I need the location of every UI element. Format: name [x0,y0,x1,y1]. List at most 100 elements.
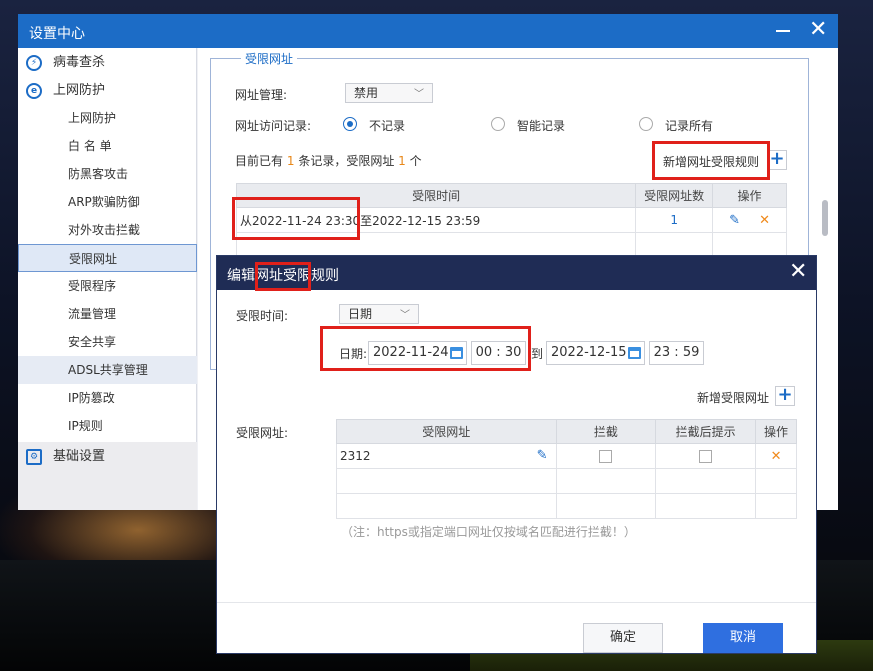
add-rule-plus-icon[interactable]: + [767,150,787,170]
table-row[interactable]: 从2022-11-24 23:30至2022-12-15 23:59 1 ✎ ✕ [235,207,787,233]
sidebar-item-ip-tamper[interactable]: IP防篡改 [18,384,197,412]
start-min: 30 [504,345,522,360]
summary-text: 目前已有 [235,154,284,168]
sidebar-item-arp[interactable]: ARP欺骗防御 [18,188,197,216]
sidebar-item-whitelist[interactable]: 白 名 单 [18,132,197,160]
block-checkbox[interactable] [599,450,613,463]
dialog-footer-divider [217,602,816,603]
url-mgmt-select[interactable]: 禁用 ﹀ [345,83,433,103]
sidebar-group-label: 基础设置 [53,449,106,464]
sidebar-item-restricted-urls[interactable]: 受限网址 [18,244,197,272]
add-url-plus-icon[interactable]: + [775,386,795,406]
radio-label: 智能记录 [517,119,566,133]
time-type-select[interactable]: 日期 ﹀ [339,304,419,324]
url-cell[interactable]: 2312 ✎ [336,443,557,469]
url-mgmt-value: 禁用 [354,86,379,100]
sidebar-item-ip-rules[interactable]: IP规则 [18,412,197,440]
url-table: 受限网址 拦截 拦截后提示 操作 2312 ✎ ✕ [336,419,797,519]
sidebar: ⚡ 病毒查杀 e 上网防护 上网防护 白 名 单 防黑客攻击 ARP欺骗防御 对… [18,48,197,510]
table-header: 受限时间 受限网址数 操作 [235,183,787,208]
rule-time-cell: 从2022-11-24 23:30至2022-12-15 23:59 [235,207,637,233]
ok-button[interactable]: 确定 [583,623,663,653]
table-row-empty [336,468,797,494]
url-actions-cell: ✕ [755,443,797,469]
dialog-close-icon[interactable]: ✕ [789,261,807,283]
sidebar-item-traffic[interactable]: 流量管理 [18,300,197,328]
summary-text: 个 [409,154,422,168]
delete-icon[interactable]: ✕ [759,213,770,228]
window-titlebar: 设置中心 ✕ [18,14,838,48]
add-rule-button[interactable]: 新增网址受限规则 [663,153,759,170]
end-date-value: 2022-12-15 [551,345,627,360]
sidebar-item-web-protection[interactable]: 上网防护 [18,104,197,132]
sidebar-item-label: ADSL共享管理 [68,363,148,377]
column-header: 受限网址 [336,419,557,444]
prompt-cell [655,443,757,469]
end-date-input[interactable]: 2022-12-15 [546,341,645,365]
sidebar-item-label: 上网防护 [68,111,117,125]
sidebar-group-web-protection[interactable]: e 上网防护 [18,78,197,104]
summary-text: 条记录，受限网址 [298,154,395,168]
to-label: 到 [531,347,544,361]
time-type-value: 日期 [348,307,373,321]
sidebar-item-label: ARP欺骗防御 [68,195,140,209]
date-label: 日期: [339,347,368,361]
cancel-button[interactable]: 取消 [703,623,783,653]
time-label: 受限时间: [236,309,289,323]
edit-rule-dialog: 编辑网址受限规则 ✕ 受限时间: 日期 ﹀ 日期: 2022-11-24 00 … [216,255,817,654]
settings-doc-icon: ⚙ [26,449,42,465]
sidebar-item-adsl[interactable]: ADSL共享管理 [18,356,197,384]
sidebar-item-label: 对外攻击拦截 [68,223,141,237]
column-header: 拦截后提示 [655,419,757,444]
calendar-icon[interactable] [450,347,463,359]
sidebar-item-sharing[interactable]: 安全共享 [18,328,197,356]
edit-icon[interactable]: ✎ [729,213,740,228]
rule-actions-cell: ✎ ✕ [712,207,787,233]
sidebar-item-anti-hacker[interactable]: 防黑客攻击 [18,160,197,188]
dialog-title: 编辑网址受限规则 [227,268,339,284]
calendar-icon[interactable] [628,347,641,359]
end-min: 59 [682,345,700,360]
start-time-input[interactable]: 00 : 30 [471,341,526,365]
radio-label: 不记录 [369,119,406,133]
edit-icon[interactable]: ✎ [537,448,548,463]
prompt-checkbox[interactable] [699,450,713,463]
column-header: 操作 [755,419,797,444]
sidebar-item-label: 安全共享 [68,335,117,349]
summary-count: 1 [286,154,295,168]
radio-no-record[interactable] [343,117,357,131]
record-summary: 目前已有 1 条记录，受限网址 1 个 [235,152,422,169]
scrollbar-thumb[interactable] [822,200,828,236]
sidebar-item-label: IP防篡改 [68,391,115,405]
visit-record-label: 网址访问记录: [235,119,312,133]
radio-smart-record[interactable] [491,117,505,131]
delete-icon[interactable]: ✕ [771,449,782,464]
start-hour: 00 [475,345,493,360]
sidebar-item-label: 受限网址 [69,252,118,266]
sidebar-item-restricted-programs[interactable]: 受限程序 [18,272,197,300]
dialog-titlebar: 编辑网址受限规则 ✕ [217,256,816,290]
minimize-icon[interactable] [776,30,790,32]
sidebar-group-virus[interactable]: ⚡ 病毒查杀 [18,50,197,76]
sidebar-item-label: IP规则 [68,419,103,433]
column-header: 操作 [712,183,787,208]
chevron-down-icon: ﹀ [400,310,410,321]
close-icon[interactable]: ✕ [809,19,827,41]
radio-record-all[interactable] [639,117,653,131]
url-mgmt-label: 网址管理: [235,88,288,102]
table-row-empty [336,493,797,519]
sidebar-group-label: 上网防护 [53,83,106,98]
sidebar-item-label: 防黑客攻击 [68,167,129,181]
urls-label: 受限网址: [236,426,289,440]
sidebar-item-label: 受限程序 [68,279,117,293]
column-header: 受限时间 [235,183,637,208]
sidebar-group-basic-settings[interactable]: ⚙ 基础设置 [18,444,197,470]
add-url-button[interactable]: 新增受限网址 [697,389,769,406]
start-date-value: 2022-11-24 [373,345,449,360]
rules-table: 受限时间 受限网址数 操作 从2022-11-24 23:30至2022-12-… [235,183,787,258]
table-row[interactable]: 2312 ✎ ✕ [336,443,797,469]
end-time-input[interactable]: 23 : 59 [649,341,704,365]
sidebar-item-outbound-attack[interactable]: 对外攻击拦截 [18,216,197,244]
rule-count-cell: 1 [635,207,714,233]
start-date-input[interactable]: 2022-11-24 [368,341,467,365]
